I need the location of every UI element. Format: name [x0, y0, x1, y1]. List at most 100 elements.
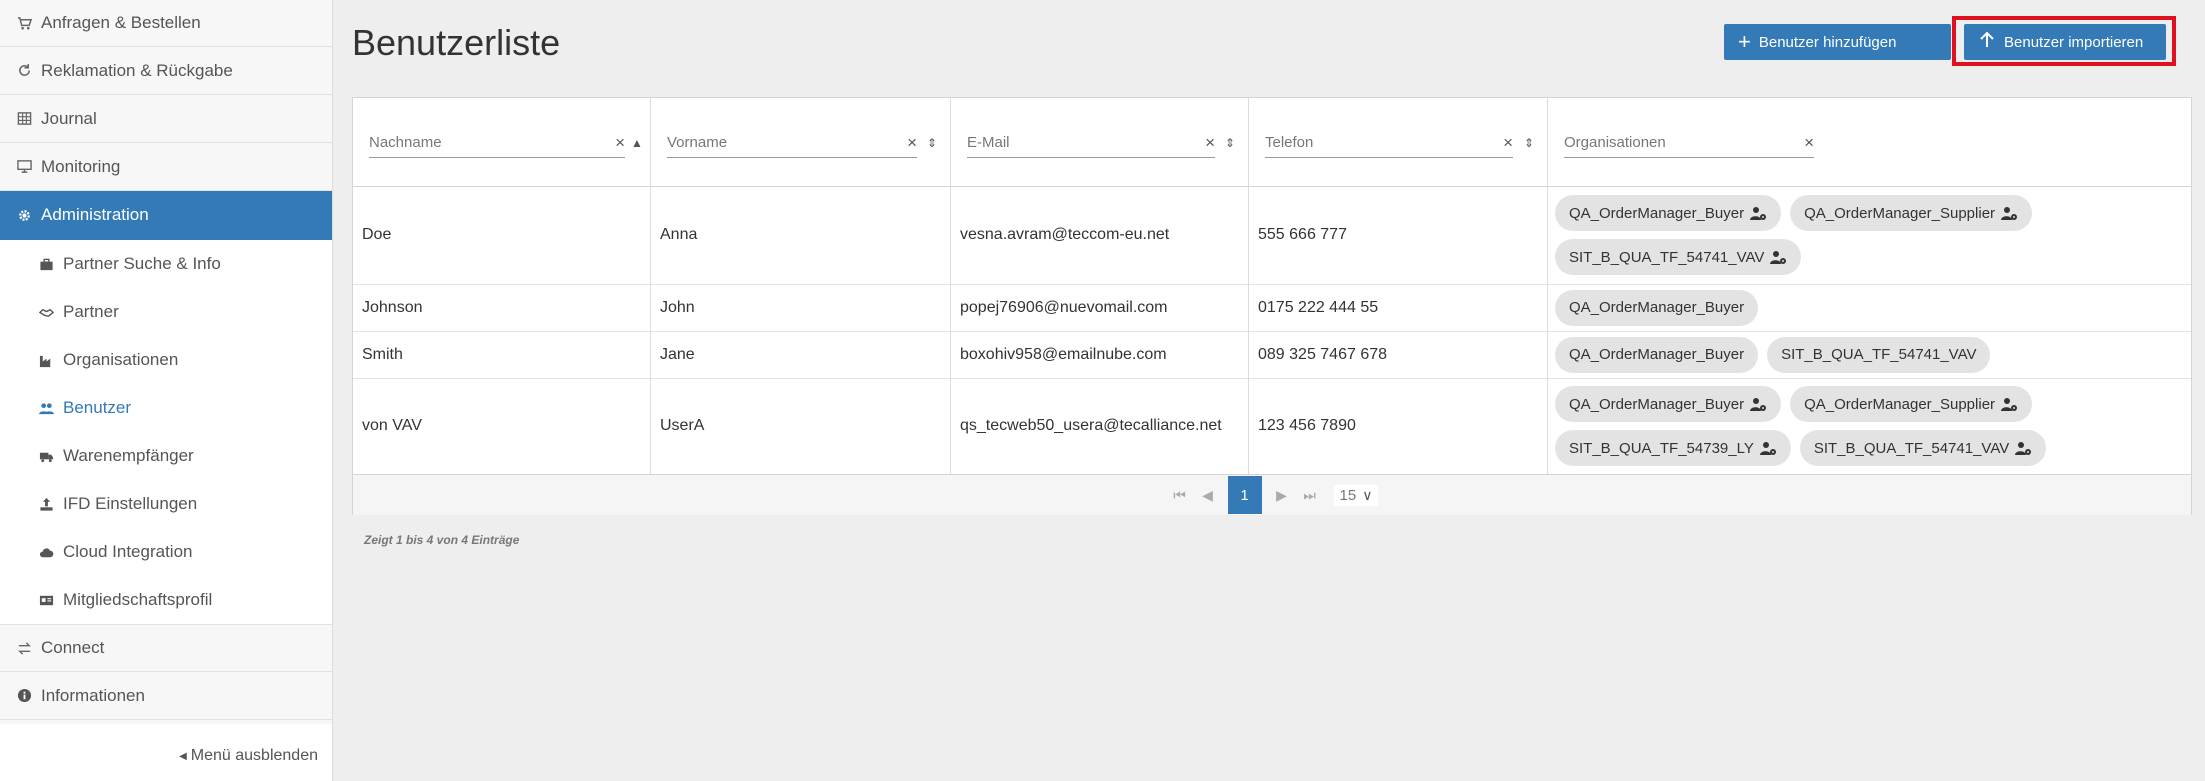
- filter-organisationen[interactable]: Organisationen ×: [1564, 128, 1814, 158]
- cell-vorname: Jane: [651, 331, 951, 378]
- user-cog-icon: [2001, 206, 2018, 221]
- col-telefon: Telefon × ⇕: [1249, 98, 1548, 186]
- user-cog-icon: [1750, 206, 1767, 221]
- chevron-down-icon: ∨: [1362, 486, 1373, 503]
- sub-partner-suche[interactable]: Partner Suche & Info: [0, 240, 332, 288]
- org-chip[interactable]: QA_OrderManager_Buyer: [1555, 386, 1782, 422]
- monitor-icon: [16, 159, 32, 175]
- table-header-row: Nachname × ▲ Vorname × ⇕ E-Mail × ⇕ Tele…: [353, 98, 2191, 187]
- users-icon: [38, 400, 54, 416]
- cell-vorname: Anna: [651, 186, 951, 284]
- sidebar: Anfragen & Bestellen Reklamation & Rückg…: [0, 0, 333, 781]
- org-chip-label: QA_OrderManager_Buyer: [1569, 299, 1745, 316]
- clear-filter-icon[interactable]: ×: [1205, 133, 1215, 153]
- filter-vorname[interactable]: Vorname ×: [667, 128, 917, 158]
- table-row[interactable]: Doe Anna vesna.avram@teccom-eu.net 555 6…: [353, 186, 2191, 285]
- cell-nachname: Johnson: [353, 284, 651, 331]
- sort-asc-icon[interactable]: ▲: [631, 136, 643, 150]
- org-chip[interactable]: QA_OrderManager_Supplier: [1790, 386, 2033, 422]
- cloud-icon: [38, 544, 54, 560]
- cell-nachname: Doe: [353, 186, 651, 284]
- sub-warenempfaenger[interactable]: Warenempfänger: [0, 432, 332, 480]
- org-chip-label: QA_OrderManager_Supplier: [1804, 204, 1996, 222]
- col-vorname: Vorname × ⇕: [651, 98, 951, 186]
- next-page-icon[interactable]: ▶: [1268, 487, 1296, 504]
- collapse-menu-label: Menü ausblenden: [190, 747, 318, 764]
- nav-reklamation[interactable]: Reklamation & Rückgabe: [0, 47, 332, 95]
- add-user-button[interactable]: + Benutzer hinzufügen: [1724, 24, 1951, 60]
- upload-icon: [38, 496, 54, 512]
- sub-cloud-integration[interactable]: Cloud Integration: [0, 528, 332, 576]
- table-icon: [16, 111, 32, 127]
- id-card-icon: [38, 592, 54, 608]
- table-row[interactable]: Smith Jane boxohiv958@emailnube.com 089 …: [353, 331, 2191, 379]
- first-page-icon[interactable]: ⏮: [1166, 487, 1194, 504]
- sub-ifd-einstellungen[interactable]: IFD Einstellungen: [0, 480, 332, 528]
- page-size-select[interactable]: 15 ∨: [1333, 484, 1379, 506]
- last-page-icon[interactable]: ⏭: [1296, 487, 1324, 504]
- prev-page-icon[interactable]: ◀: [1194, 487, 1222, 504]
- sub-benutzer[interactable]: Benutzer: [0, 384, 332, 432]
- cell-organisationen: QA_OrderManager_Buyer QA_OrderManager_Su…: [1548, 378, 2191, 474]
- import-users-label: Benutzer importieren: [2004, 33, 2144, 51]
- sub-label: Partner: [63, 302, 119, 321]
- page-title: Benutzerliste: [352, 22, 561, 63]
- org-chip[interactable]: SIT_B_QUA_TF_54741_VAV: [1799, 430, 2047, 466]
- clear-filter-icon[interactable]: ×: [615, 133, 625, 153]
- cell-organisationen: QA_OrderManager_Buyer QA_OrderManager_Su…: [1548, 186, 2191, 284]
- sort-icon[interactable]: ⇕: [1225, 136, 1235, 150]
- org-chip-label: SIT_B_QUA_TF_54739_LY: [1569, 439, 1754, 457]
- col-nachname: Nachname × ▲: [353, 98, 651, 186]
- org-chip[interactable]: QA_OrderManager_Buyer: [1555, 195, 1782, 231]
- collapse-menu-link[interactable]: ◀ Menü ausblenden: [179, 747, 318, 765]
- org-chip-label: SIT_B_QUA_TF_54741_VAV: [1569, 248, 1765, 266]
- sub-mitgliedschaftsprofil[interactable]: Mitgliedschaftsprofil: [0, 576, 332, 624]
- org-chip[interactable]: SIT_B_QUA_TF_54741_VAV: [1767, 336, 1991, 373]
- nav-connect[interactable]: Connect: [0, 624, 332, 672]
- clear-filter-icon[interactable]: ×: [1503, 133, 1513, 153]
- gear-icon: [16, 207, 32, 223]
- user-table: Nachname × ▲ Vorname × ⇕ E-Mail × ⇕ Tele…: [352, 97, 2192, 515]
- cell-email: qs_tecweb50_usera@tecalliance.net: [951, 378, 1249, 474]
- filter-placeholder: Telefon: [1265, 134, 1314, 151]
- cell-telefon: 555 666 777: [1249, 186, 1548, 284]
- refresh-icon: [16, 63, 32, 79]
- filter-email[interactable]: E-Mail ×: [967, 128, 1215, 158]
- user-cog-icon: [1750, 397, 1767, 412]
- table-row[interactable]: von VAV UserA qs_tecweb50_usera@tecallia…: [353, 378, 2191, 474]
- cell-nachname: Smith: [353, 331, 651, 378]
- nav-administration[interactable]: Administration: [0, 191, 332, 240]
- clear-filter-icon[interactable]: ×: [907, 133, 917, 153]
- import-users-button[interactable]: Benutzer importieren: [1964, 24, 2166, 60]
- org-chip[interactable]: QA_OrderManager_Buyer: [1555, 289, 1759, 326]
- nav-informationen[interactable]: Informationen: [0, 672, 332, 720]
- current-page-button[interactable]: 1: [1227, 476, 1262, 514]
- nav-monitoring[interactable]: Monitoring: [0, 143, 332, 191]
- org-chip[interactable]: QA_OrderManager_Buyer: [1555, 336, 1759, 373]
- cell-telefon: 123 456 7890: [1249, 378, 1548, 474]
- filter-telefon[interactable]: Telefon ×: [1265, 128, 1513, 158]
- org-chip-label: SIT_B_QUA_TF_54741_VAV: [1813, 439, 2010, 457]
- table-row[interactable]: Johnson John popej76906@nuevomail.com 01…: [353, 284, 2191, 332]
- sort-icon[interactable]: ⇕: [1524, 136, 1534, 150]
- filter-nachname[interactable]: Nachname ×: [369, 128, 625, 158]
- nav-anfragen-bestellen[interactable]: Anfragen & Bestellen: [0, 0, 332, 47]
- org-chip[interactable]: QA_OrderManager_Supplier: [1790, 195, 2033, 231]
- nav-label: Administration: [41, 205, 149, 224]
- nav-journal[interactable]: Journal: [0, 95, 332, 143]
- nav-label: Monitoring: [41, 156, 121, 176]
- cell-organisationen: QA_OrderManager_Buyer SIT_B_QUA_TF_54741…: [1548, 331, 2191, 378]
- sub-organisationen[interactable]: Organisationen: [0, 336, 332, 384]
- org-chip-label: QA_OrderManager_Supplier: [1804, 395, 1996, 413]
- org-chip[interactable]: SIT_B_QUA_TF_54739_LY: [1555, 430, 1791, 466]
- filter-placeholder: Vorname: [667, 134, 728, 151]
- sub-partner[interactable]: Partner: [0, 288, 332, 336]
- page-size-value: 15: [1339, 486, 1357, 504]
- org-chip[interactable]: SIT_B_QUA_TF_54741_VAV: [1555, 239, 1802, 275]
- clear-filter-icon[interactable]: ×: [1804, 133, 1814, 153]
- sort-icon[interactable]: ⇕: [927, 136, 937, 150]
- filter-placeholder: Organisationen: [1564, 134, 1666, 151]
- user-cog-icon: [2015, 441, 2032, 456]
- sub-label: Cloud Integration: [63, 542, 193, 561]
- industry-icon: [38, 352, 54, 368]
